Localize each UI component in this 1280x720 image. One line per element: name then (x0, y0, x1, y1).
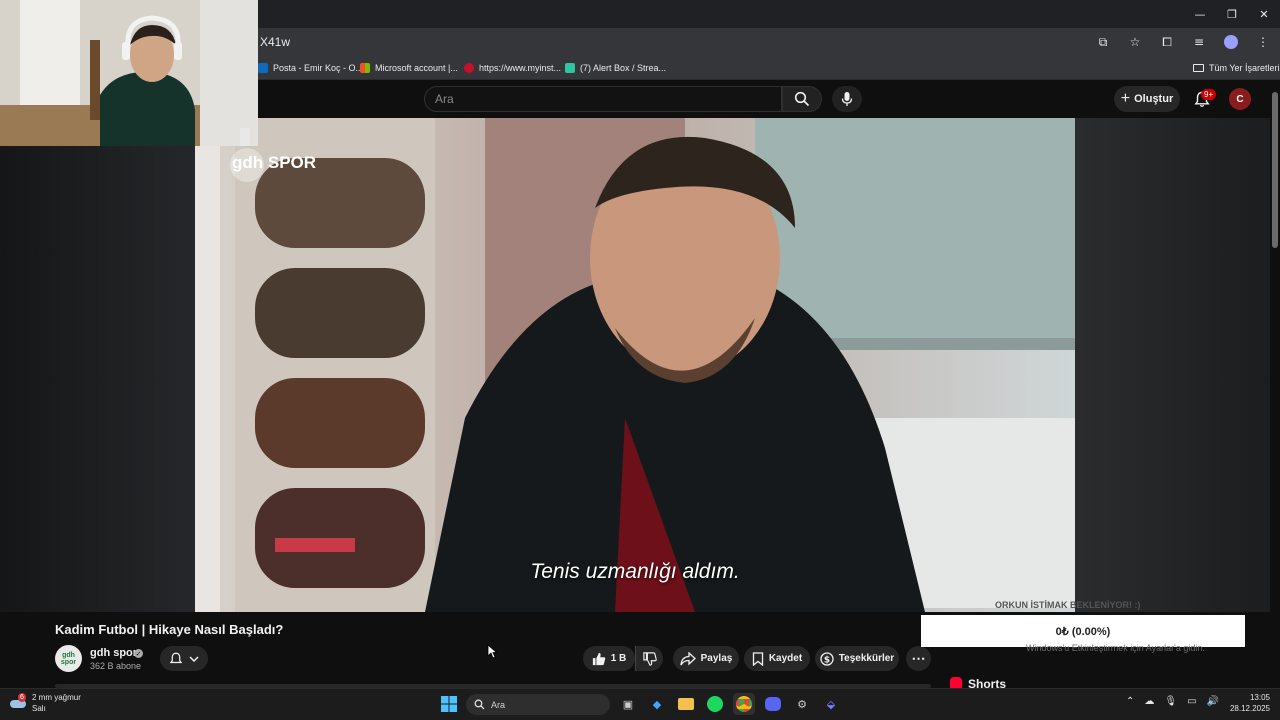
bookmark-icon (752, 651, 763, 666)
restore-button[interactable]: ❐ (1216, 0, 1248, 28)
site-icon (464, 63, 474, 73)
account-avatar[interactable]: C (1229, 88, 1251, 110)
weather-widget[interactable]: 6 2 mm yağmur Salı (10, 692, 81, 714)
taskbar-clock[interactable]: 13:05 28.12.2025 (1226, 692, 1270, 714)
chrome-icon[interactable] (733, 693, 755, 715)
chevron-down-icon (189, 655, 199, 662)
thanks-button[interactable]: $ Teşekkürler (815, 646, 899, 671)
url-field[interactable]: X41w (260, 35, 290, 49)
app-icon[interactable]: ⬙ (820, 693, 842, 715)
search-icon (474, 699, 485, 710)
notifications-badge: 9+ (1201, 89, 1217, 100)
chevron-up-icon[interactable]: ⌃ (1126, 696, 1134, 707)
outlook-icon (258, 63, 268, 73)
extensions-icon[interactable]: ⧠ (1158, 33, 1176, 51)
donation-goal-header: ORKUN İSTİMAK BEKLENİYOR! :) (995, 600, 1141, 610)
folder-icon (1193, 64, 1204, 72)
subscriber-count: 362 B abone (90, 661, 142, 671)
bookmark-item-alertbox[interactable]: (7) Alert Box / Strea... (565, 60, 666, 76)
channel-watermark: gdh SPOR (230, 148, 316, 182)
thumbs-down-icon (642, 651, 657, 666)
spotify-icon[interactable] (704, 693, 726, 715)
video-player[interactable] (195, 118, 1075, 612)
video-title: Kadim Futbol | Hikaye Nasıl Başladı? (55, 622, 284, 637)
scrollbar-thumb[interactable] (1272, 92, 1278, 248)
channel-name[interactable]: gdh spor (90, 647, 137, 659)
volume-icon[interactable]: 🔊 (1207, 696, 1219, 707)
plus-icon: + (1120, 90, 1131, 107)
webcam-overlay (0, 0, 258, 146)
taskbar-search[interactable]: Ara (466, 694, 610, 715)
address-bar-icons: ⧉ ☆ ⧠ ≡ ⋮ (1094, 33, 1272, 51)
minimize-button[interactable]: — (1184, 0, 1216, 28)
file-explorer-icon[interactable] (675, 693, 697, 715)
start-button[interactable] (438, 693, 460, 715)
rain-cloud-icon: 6 (10, 693, 26, 711)
like-button[interactable]: 1 B (583, 646, 635, 671)
windows-logo-icon (441, 696, 457, 712)
webcam-feed (0, 0, 258, 146)
bookmark-item-myinst[interactable]: https://www.myinst... (464, 60, 561, 76)
subscription-notification-button[interactable] (160, 646, 208, 671)
store-app-icon[interactable]: ◆ (646, 693, 668, 715)
svg-text:$: $ (824, 655, 830, 665)
cloud-icon[interactable]: ☁ (1144, 696, 1154, 707)
monitor-icon[interactable]: ▭ (1187, 696, 1196, 707)
microphone-icon[interactable]: 🎙 (1164, 696, 1177, 707)
profile-icon[interactable] (1222, 33, 1240, 51)
settings-icon[interactable]: ⚙ (791, 693, 813, 715)
create-button[interactable]: + Oluştur (1114, 86, 1180, 112)
voice-search-button[interactable] (832, 86, 862, 112)
media-control-icon[interactable]: ≡ (1190, 33, 1208, 51)
microsoft-icon (360, 63, 370, 73)
save-button[interactable]: Kaydet (744, 646, 810, 671)
bell-icon (169, 652, 183, 663)
channel-logo[interactable]: gdh spor (55, 645, 82, 672)
video-subtitle: Tenis uzmanlığı aldım. (530, 560, 740, 583)
mouse-cursor-icon (487, 644, 497, 659)
player-backdrop-right (1075, 118, 1270, 612)
close-button[interactable]: ✕ (1248, 0, 1280, 28)
dislike-button[interactable] (635, 646, 663, 671)
all-bookmarks[interactable]: Tüm Yer İşaretleri (1193, 60, 1280, 76)
more-icon: ⋯ (911, 650, 926, 666)
bookmark-item-posta[interactable]: Posta - Emir Koç - O... (258, 60, 363, 76)
search-icon (794, 91, 810, 107)
bookmark-star-icon[interactable]: ☆ (1126, 33, 1144, 51)
share-icon (679, 651, 696, 665)
discord-icon[interactable] (762, 693, 784, 715)
microphone-icon (841, 92, 853, 106)
install-app-icon[interactable]: ⧉ (1094, 33, 1112, 51)
share-button[interactable]: Paylaş (673, 646, 739, 671)
bookmark-item-microsoft[interactable]: Microsoft account |... (360, 60, 458, 76)
thumbs-up-icon (592, 652, 605, 665)
windows-activation-notice: Windows'u Etkinleştirmek için Ayarlar'a … (1026, 643, 1205, 653)
video-frame (195, 118, 1075, 612)
search-button[interactable] (782, 86, 822, 112)
task-view-icon[interactable]: ▣ (617, 693, 639, 715)
windows-taskbar (0, 688, 1280, 720)
search-input[interactable] (425, 87, 781, 111)
window-controls: — ❐ ✕ (1184, 0, 1280, 28)
more-actions-button[interactable]: ⋯ (906, 646, 931, 671)
player-backdrop-left (0, 118, 195, 612)
system-tray: ⌃ ☁ 🎙 ▭ 🔊 (1126, 696, 1219, 707)
streamlabs-icon (565, 63, 575, 73)
search-box (424, 86, 782, 112)
menu-icon[interactable]: ⋮ (1254, 33, 1272, 51)
verified-check-icon: ✓ (134, 649, 143, 658)
super-thanks-icon: $ (820, 651, 834, 666)
